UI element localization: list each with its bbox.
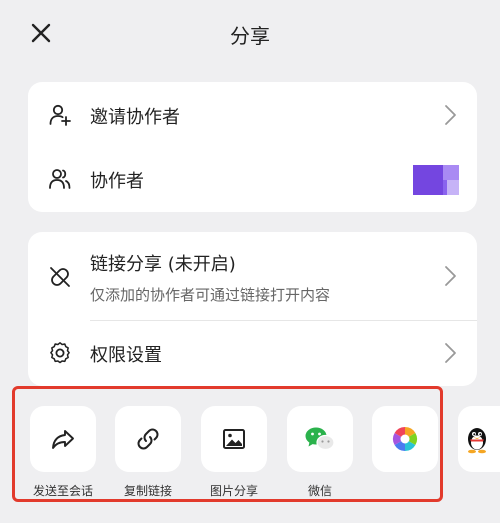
link-share-label: 链接分享 (未开启) bbox=[90, 254, 236, 275]
gear-icon bbox=[50, 342, 70, 364]
permission-settings-row[interactable]: 权限设置 bbox=[28, 321, 477, 386]
qq-penguin-icon bbox=[468, 428, 486, 454]
permission-settings-label: 权限设置 bbox=[90, 345, 162, 366]
link-share-card: 链接分享 (未开启) 仅添加的协作者可通过链接打开内容 权限设置 bbox=[28, 232, 477, 386]
collaborators-label: 协作者 bbox=[90, 171, 144, 192]
invite-collaborator-row[interactable]: 邀请协作者 bbox=[28, 82, 477, 147]
collaborator-card: 邀请协作者 协作者 bbox=[28, 82, 477, 212]
link-share-row[interactable]: 链接分享 (未开启) 仅添加的协作者可通过链接打开内容 bbox=[28, 232, 477, 320]
image-icon bbox=[223, 429, 245, 449]
image-share-button[interactable] bbox=[201, 406, 267, 472]
link-off-icon bbox=[50, 267, 70, 287]
share-target-label: 图片分享 bbox=[209, 484, 258, 498]
copy-link-button[interactable] bbox=[115, 406, 181, 472]
invite-collaborator-label: 邀请协作者 bbox=[90, 107, 180, 128]
chevron-right-icon bbox=[445, 105, 456, 125]
add-user-icon bbox=[49, 104, 71, 126]
wechat-icon bbox=[305, 427, 335, 451]
wechat-share-button[interactable] bbox=[287, 406, 353, 472]
photos-share-button[interactable] bbox=[372, 406, 438, 472]
share-target-label: 微信 bbox=[307, 484, 332, 498]
header: 分享 bbox=[0, 0, 500, 66]
collaborators-row[interactable]: 协作者 bbox=[28, 147, 477, 212]
forward-arrow-icon bbox=[52, 430, 74, 449]
page-title: 分享 bbox=[230, 24, 270, 48]
link-icon bbox=[137, 428, 159, 450]
link-share-description: 仅添加的协作者可通过链接打开内容 bbox=[90, 286, 331, 304]
users-icon bbox=[49, 169, 71, 189]
share-target-label: 发送至会话 bbox=[32, 484, 93, 498]
share-forward-to-chat-button[interactable] bbox=[30, 406, 96, 472]
avatar bbox=[413, 165, 459, 195]
photos-icon bbox=[392, 427, 418, 451]
qq-share-button[interactable] bbox=[458, 406, 500, 472]
chevron-right-icon bbox=[445, 266, 456, 286]
chevron-right-icon bbox=[445, 343, 456, 363]
share-target-label: 复制链接 bbox=[123, 484, 172, 498]
